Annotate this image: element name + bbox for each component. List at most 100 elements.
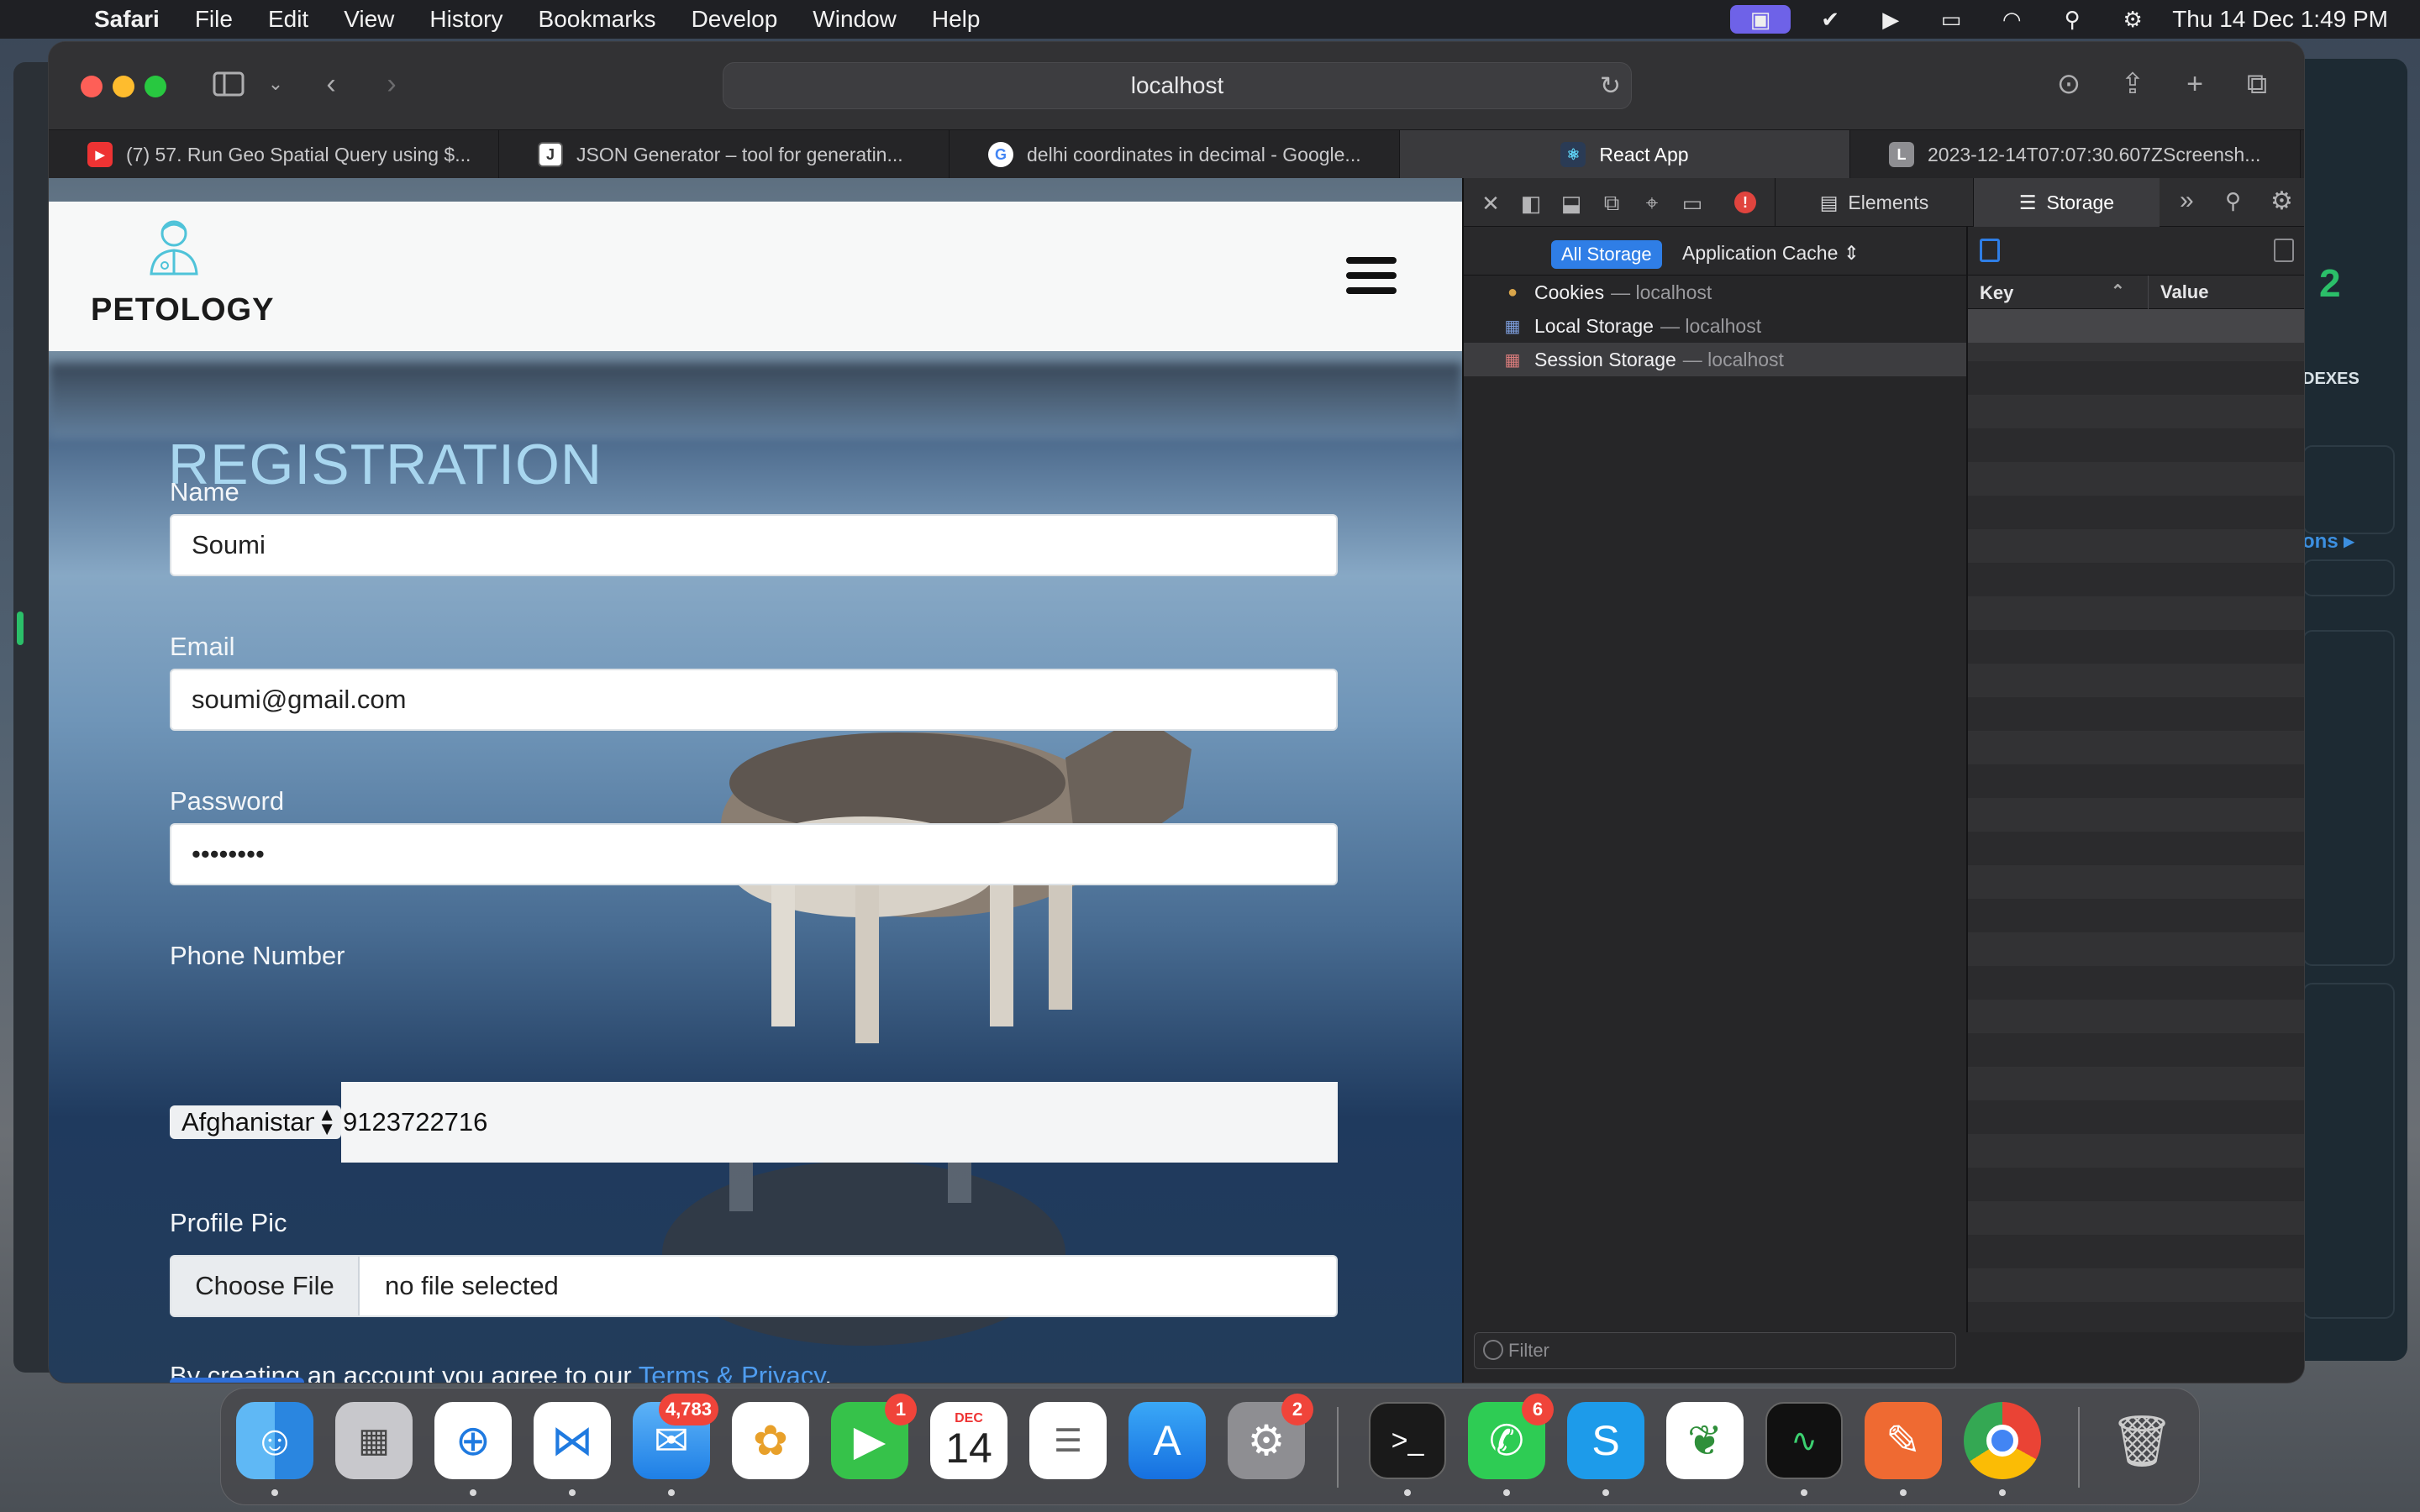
reload-icon[interactable]: ↻ xyxy=(1600,71,1621,101)
console-prompt-icon[interactable]: › xyxy=(1476,1378,1483,1383)
background-link[interactable]: ons ▸ xyxy=(2302,529,2354,554)
play-icon[interactable]: ▶ xyxy=(1870,5,1912,34)
password-field[interactable]: •••••••• xyxy=(170,823,1338,885)
tab-react-app[interactable]: ⚛ React App xyxy=(1400,130,1850,179)
tab-overview-icon[interactable]: ⧉ xyxy=(2237,64,2277,104)
key-column-header[interactable]: Key xyxy=(1980,282,2013,304)
tab-title: delhi coordinates in decimal - Google... xyxy=(1027,143,1361,165)
storage-table: Key ⌃ Value xyxy=(1968,227,2304,1332)
menu-window[interactable]: Window xyxy=(813,6,897,33)
new-tab-icon[interactable]: + xyxy=(2175,64,2215,104)
tab-google[interactable]: G delhi coordinates in decimal - Google.… xyxy=(950,130,1400,179)
device-settings-icon[interactable]: ▭ xyxy=(1677,188,1707,218)
reminders-icon[interactable]: ☰ xyxy=(1029,1402,1107,1479)
menu-view[interactable]: View xyxy=(344,6,394,33)
postman-icon[interactable]: ✎ xyxy=(1865,1402,1942,1479)
menu-edit[interactable]: Edit xyxy=(268,6,308,33)
share-icon[interactable]: ⇪ xyxy=(2112,64,2153,104)
mail-icon[interactable]: ✉ 4,783 xyxy=(633,1394,718,1479)
menu-app-name[interactable]: Safari xyxy=(94,6,160,33)
zoom-window-button[interactable] xyxy=(145,76,166,97)
running-indicator xyxy=(1801,1489,1807,1496)
application-cache-select[interactable]: Application Cache ⇕ xyxy=(1682,242,1860,265)
filter-input[interactable]: Filter xyxy=(1474,1332,1956,1369)
close-inspector-icon[interactable]: ✕ xyxy=(1476,188,1506,218)
back-icon[interactable]: ‹ xyxy=(311,64,351,104)
screen-share-icon[interactable]: ▣ xyxy=(1730,5,1791,34)
terms-link[interactable]: Terms & Privacy xyxy=(639,1361,825,1383)
menu-clock[interactable]: Thu 14 Dec 1:49 PM xyxy=(2172,6,2388,33)
brand-name[interactable]: PETOLOGY xyxy=(91,292,274,328)
search-icon[interactable]: ⚲ xyxy=(2225,188,2241,214)
navigation-sidebar-icon[interactable] xyxy=(1980,239,2000,262)
elements-icon: ▤ xyxy=(1819,191,1839,213)
task-check-icon[interactable]: ✔ xyxy=(1809,5,1851,34)
forward-icon[interactable]: › xyxy=(371,64,412,104)
storage-item-cookies[interactable]: ● Cookies — localhost xyxy=(1464,276,1966,309)
error-indicator-icon[interactable]: ! xyxy=(1734,192,1756,213)
hamburger-menu-icon[interactable] xyxy=(1346,257,1397,297)
close-window-button[interactable] xyxy=(81,76,103,97)
json-generator-icon: J xyxy=(538,142,563,167)
photos-icon[interactable]: ✿ xyxy=(732,1402,809,1479)
menu-file[interactable]: File xyxy=(195,6,233,33)
country-select[interactable]: Afghanistan ▲ ▼ xyxy=(170,1105,341,1139)
safari-icon[interactable]: ⊕ xyxy=(434,1402,512,1479)
profile-pic-label: Profile Pic xyxy=(170,1208,287,1237)
system-settings-icon[interactable]: ⚙ 2 xyxy=(1228,1394,1313,1479)
dock-separator xyxy=(1337,1407,1339,1488)
terminal-icon[interactable]: >_ xyxy=(1369,1402,1446,1479)
more-tabs-icon[interactable]: » xyxy=(2180,186,2194,215)
wifi-icon[interactable]: ◠ xyxy=(1991,5,2033,34)
tab-youtube[interactable]: ▶ (7) 57. Run Geo Spatial Query using $.… xyxy=(49,130,499,179)
vscode-icon[interactable]: ⋈ xyxy=(534,1402,611,1479)
gear-icon[interactable]: ⚙ xyxy=(2270,186,2293,216)
control-center-icon[interactable]: ⚙ xyxy=(2112,5,2154,34)
register-button[interactable] xyxy=(170,1378,304,1383)
dock-bottom-icon[interactable]: ⬓ xyxy=(1556,188,1586,218)
dock-left-icon[interactable]: ◧ xyxy=(1516,188,1546,218)
profile-pic-input[interactable]: Choose File no file selected xyxy=(170,1255,1338,1317)
battery-icon[interactable]: ▭ xyxy=(1930,5,1972,34)
skype-icon[interactable]: S xyxy=(1567,1402,1644,1479)
tab-elements[interactable]: ▤ Elements xyxy=(1775,178,1973,227)
menu-develop[interactable]: Develop xyxy=(692,6,778,33)
dock-separator xyxy=(2078,1407,2080,1488)
all-storage-button[interactable]: All Storage xyxy=(1551,240,1662,269)
sidebar-icon[interactable] xyxy=(208,64,249,104)
launchpad-icon[interactable]: ▦ xyxy=(335,1402,413,1479)
menu-bookmarks[interactable]: Bookmarks xyxy=(539,6,656,33)
whatsapp-icon[interactable]: ✆ 6 xyxy=(1468,1394,1554,1479)
app-store-icon[interactable]: A xyxy=(1128,1402,1206,1479)
choose-file-button[interactable]: Choose File xyxy=(171,1257,360,1315)
tab-storage[interactable]: ☰ Storage xyxy=(1973,178,2160,227)
details-sidebar-icon[interactable] xyxy=(2274,239,2294,262)
downloads-icon[interactable]: ⊙ xyxy=(2049,64,2089,104)
address-bar[interactable]: localhost ↻ xyxy=(723,62,1632,109)
trash-icon[interactable]: 🗑 xyxy=(2103,1402,2181,1479)
spotlight-search-icon[interactable]: ⚲ xyxy=(2051,5,2093,34)
tab-screenshot[interactable]: L 2023-12-14T07:07:30.607ZScreensh... xyxy=(1850,130,2301,179)
name-field[interactable]: Soumi xyxy=(170,514,1338,576)
facetime-icon[interactable]: ▶ 1 xyxy=(831,1394,917,1479)
value-column-header[interactable]: Value xyxy=(2148,276,2208,309)
table-row[interactable] xyxy=(1968,309,2304,343)
react-icon: ⚛ xyxy=(1560,142,1586,167)
tab-json-generator[interactable]: J JSON Generator – tool for generatin... xyxy=(499,130,950,179)
storage-item-local-storage[interactable]: ▦ Local Storage — localhost xyxy=(1464,309,1966,343)
storage-item-session-storage[interactable]: ▦ Session Storage — localhost xyxy=(1464,343,1966,376)
element-picker-icon[interactable]: ⌖ xyxy=(1637,188,1667,218)
mongodb-compass-icon[interactable]: ❦ xyxy=(1666,1402,1744,1479)
sort-ascending-icon[interactable]: ⌃ xyxy=(2111,281,2125,302)
calendar-icon[interactable]: DEC 14 xyxy=(930,1402,1007,1479)
menu-history[interactable]: History xyxy=(429,6,502,33)
finder-icon[interactable]: ☺ xyxy=(236,1402,313,1479)
chrome-icon[interactable] xyxy=(1964,1402,2041,1479)
minimize-window-button[interactable] xyxy=(113,76,134,97)
activity-monitor-icon[interactable]: ∿ xyxy=(1765,1402,1843,1479)
phone-field[interactable]: 9123722716 xyxy=(341,1082,1338,1163)
detach-icon[interactable]: ⧉ xyxy=(1597,188,1627,218)
email-field[interactable]: soumi@gmail.com xyxy=(170,669,1338,731)
menu-help[interactable]: Help xyxy=(932,6,981,33)
chevron-down-icon[interactable]: ⌄ xyxy=(255,64,296,104)
